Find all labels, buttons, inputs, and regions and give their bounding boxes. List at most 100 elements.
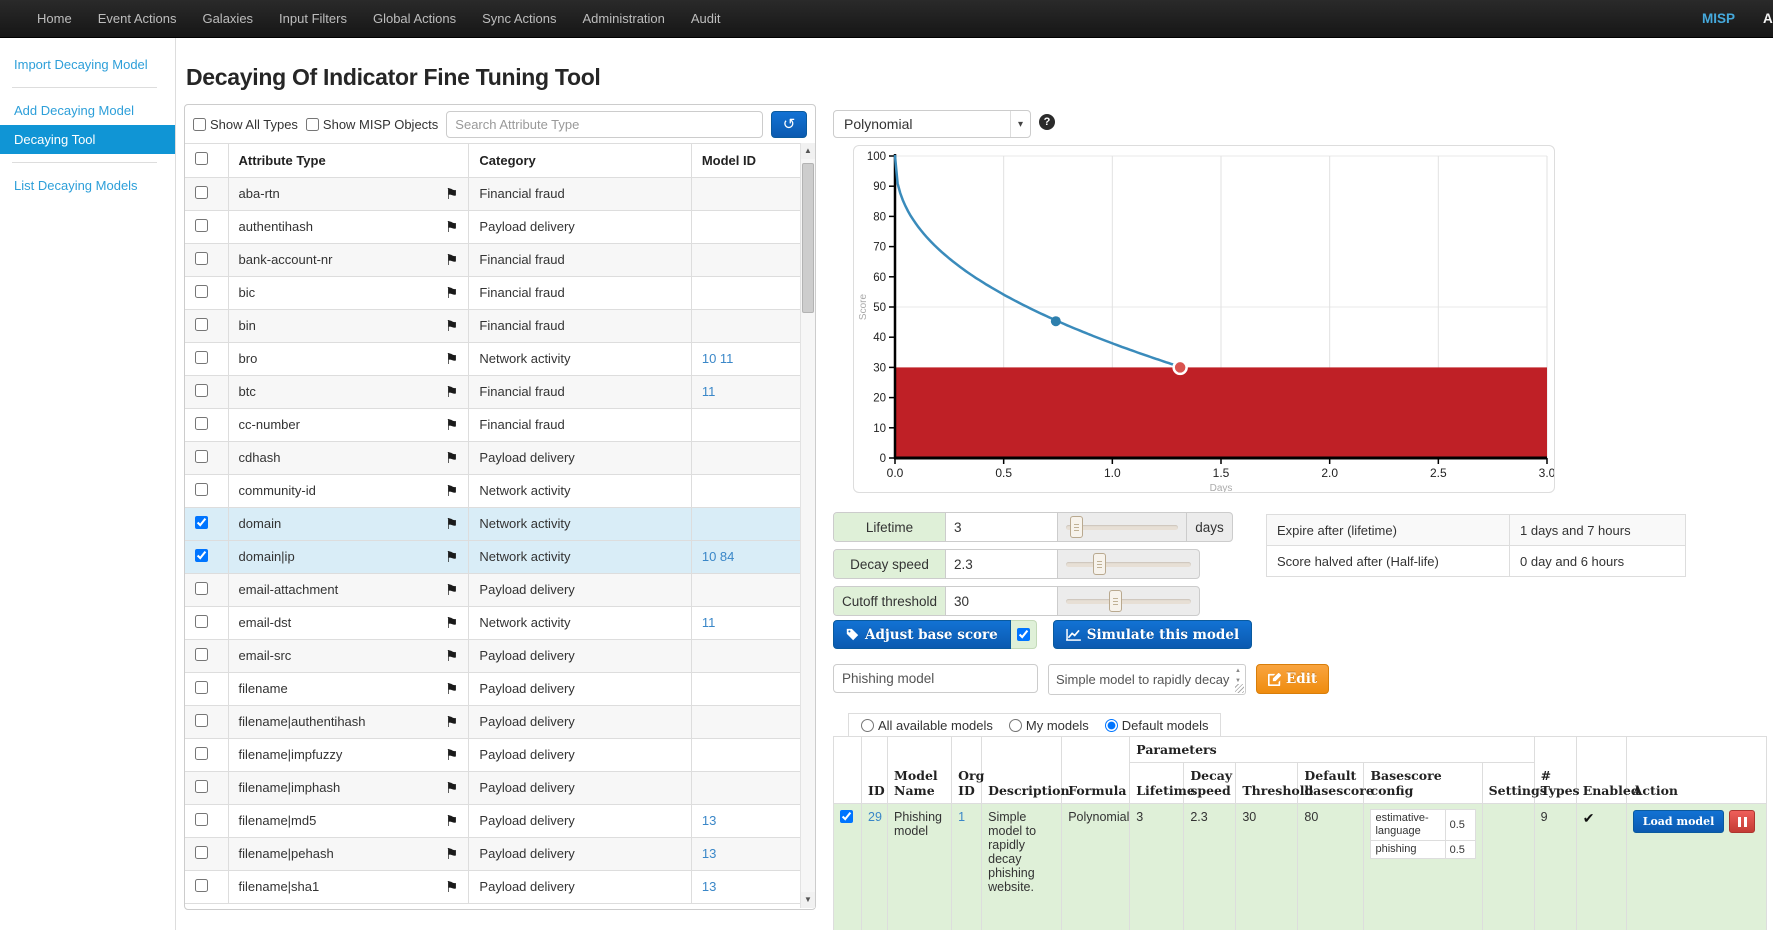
attribute-row[interactable]: email-attachment⚑Payload delivery (185, 573, 800, 606)
attribute-checkbox[interactable] (195, 483, 208, 496)
model-name-input[interactable] (833, 664, 1038, 693)
radio-input[interactable] (1105, 719, 1118, 732)
nav-item-event-actions[interactable]: Event Actions (85, 0, 190, 38)
formula-select[interactable]: Polynomial ▾ (833, 110, 1031, 138)
radio-input[interactable] (1009, 719, 1022, 732)
attribute-row[interactable]: domain|ip⚑Network activity10 84 (185, 540, 800, 573)
nav-item-administration[interactable]: Administration (570, 0, 678, 38)
help-icon[interactable]: ? (1039, 114, 1055, 130)
slider-track[interactable] (1058, 513, 1186, 541)
score-point[interactable] (1051, 316, 1061, 326)
model-id-link[interactable]: 13 (702, 846, 716, 861)
attribute-row[interactable]: community-id⚑Network activity (185, 474, 800, 507)
attribute-row[interactable]: filename|imphash⚑Payload delivery (185, 771, 800, 804)
attribute-row[interactable]: filename|impfuzzy⚑Payload delivery (185, 738, 800, 771)
attribute-checkbox[interactable] (195, 813, 208, 826)
attribute-row[interactable]: bic⚑Financial fraud (185, 276, 800, 309)
nav-item-audit[interactable]: Audit (678, 0, 734, 38)
sidebar-item-import-decaying-model[interactable]: Import Decaying Model (0, 50, 175, 79)
attribute-row[interactable]: filename|authentihash⚑Payload delivery (185, 705, 800, 738)
radio-input[interactable] (861, 719, 874, 732)
scroll-up-icon[interactable]: ▲ (801, 143, 815, 159)
attribute-row[interactable]: cc-number⚑Financial fraud (185, 408, 800, 441)
model-id-link[interactable]: 11 (702, 384, 716, 399)
show-misp-objects-toggle[interactable]: Show MISP Objects (306, 117, 438, 132)
model-row-checkbox[interactable] (840, 810, 853, 823)
scrollbar-thumb[interactable] (802, 163, 814, 313)
attribute-row[interactable]: email-dst⚑Network activity11 (185, 606, 800, 639)
model-id-link[interactable]: 10 84 (702, 549, 735, 564)
attribute-checkbox[interactable] (195, 252, 208, 265)
slider-track[interactable] (1058, 550, 1199, 578)
slider-value-input[interactable]: 3 (946, 513, 1058, 541)
sidebar-item-decaying-tool[interactable]: Decaying Tool (0, 125, 175, 154)
org-id-link[interactable]: 1 (958, 810, 965, 824)
attribute-checkbox[interactable] (195, 351, 208, 364)
attribute-checkbox[interactable] (195, 846, 208, 859)
adjust-base-score-checkbox[interactable] (1017, 628, 1030, 641)
slider-thumb[interactable] (1093, 553, 1106, 575)
attribute-checkbox[interactable] (195, 219, 208, 232)
attribute-row[interactable]: bin⚑Financial fraud (185, 309, 800, 342)
attribute-table-scrollbar[interactable]: ▲ ▼ (800, 143, 815, 908)
scroll-down-icon[interactable]: ▼ (801, 892, 815, 908)
edit-model-button[interactable]: Edit (1256, 664, 1329, 694)
attribute-checkbox[interactable] (195, 318, 208, 331)
simulate-model-button[interactable]: Simulate this model (1053, 620, 1252, 649)
cutoff-point[interactable] (1174, 361, 1187, 374)
model-description-textarea[interactable]: Simple model to rapidly decay ▲▼ (1048, 664, 1246, 695)
radio-my-models[interactable]: My models (1009, 718, 1089, 733)
attribute-row[interactable]: bank-account-nr⚑Financial fraud (185, 243, 800, 276)
attribute-row[interactable]: btc⚑Financial fraud11 (185, 375, 800, 408)
attribute-checkbox[interactable] (195, 417, 208, 430)
attribute-row[interactable]: authentihash⚑Payload delivery (185, 210, 800, 243)
adjust-base-score-button[interactable]: Adjust base score (833, 620, 1011, 649)
search-attribute-input[interactable] (446, 111, 763, 138)
attribute-row[interactable]: cdhash⚑Payload delivery (185, 441, 800, 474)
attribute-row[interactable]: filename|sha1⚑Payload delivery13 (185, 870, 800, 903)
attribute-checkbox[interactable] (195, 582, 208, 595)
attribute-row[interactable]: filename⚑Payload delivery (185, 672, 800, 705)
nav-item-global-actions[interactable]: Global Actions (360, 0, 469, 38)
attribute-checkbox[interactable] (195, 648, 208, 661)
show-misp-objects-checkbox[interactable] (306, 118, 319, 131)
attribute-checkbox[interactable] (195, 516, 208, 529)
model-id-link[interactable]: 10 11 (702, 351, 734, 366)
model-id-link[interactable]: 13 (702, 879, 716, 894)
model-id-link[interactable]: 29 (868, 810, 882, 824)
slider-value-input[interactable]: 2.3 (946, 550, 1058, 578)
attribute-checkbox[interactable] (195, 384, 208, 397)
attribute-checkbox[interactable] (195, 549, 208, 562)
attribute-checkbox[interactable] (195, 615, 208, 628)
attribute-row[interactable]: filename|md5⚑Payload delivery13 (185, 804, 800, 837)
slider-track[interactable] (1058, 587, 1199, 615)
slider-value-input[interactable]: 30 (946, 587, 1058, 615)
attribute-checkbox[interactable] (195, 747, 208, 760)
nav-item-sync-actions[interactable]: Sync Actions (469, 0, 569, 38)
nav-item-galaxies[interactable]: Galaxies (189, 0, 266, 38)
nav-item-home[interactable]: Home (24, 0, 85, 38)
attribute-row[interactable]: bro⚑Network activity10 11 (185, 342, 800, 375)
load-model-button[interactable]: Load model (1633, 810, 1725, 833)
misp-brand-menu[interactable]: MISP (1702, 0, 1735, 38)
show-all-types-checkbox[interactable] (193, 118, 206, 131)
model-id-link[interactable]: 11 (702, 615, 716, 630)
sidebar-item-list-decaying-models[interactable]: List Decaying Models (0, 171, 175, 200)
resize-grip-icon[interactable] (1235, 684, 1244, 693)
attribute-checkbox[interactable] (195, 450, 208, 463)
attribute-checkbox[interactable] (195, 714, 208, 727)
attribute-checkbox[interactable] (195, 780, 208, 793)
model-row[interactable]: 29 Phishing model 1 Simple model to rapi… (834, 804, 1767, 930)
slider-thumb[interactable] (1109, 590, 1122, 612)
attribute-row[interactable]: email-src⚑Payload delivery (185, 639, 800, 672)
attribute-checkbox[interactable] (195, 879, 208, 892)
disable-model-button[interactable] (1729, 810, 1755, 833)
attribute-row[interactable]: filename|pehash⚑Payload delivery13 (185, 837, 800, 870)
attribute-row[interactable]: domain⚑Network activity (185, 507, 800, 540)
sidebar-item-add-decaying-model[interactable]: Add Decaying Model (0, 96, 175, 125)
attribute-checkbox[interactable] (195, 681, 208, 694)
reset-search-button[interactable]: ↺ (771, 111, 807, 138)
model-id-link[interactable]: 13 (702, 813, 716, 828)
slider-thumb[interactable] (1070, 516, 1083, 538)
attribute-checkbox[interactable] (195, 186, 208, 199)
